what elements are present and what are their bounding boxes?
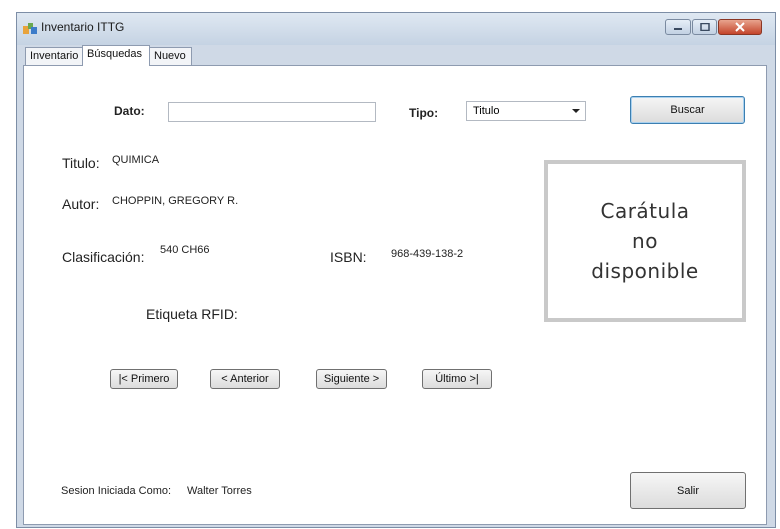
cover-image-placeholder: Carátula no disponible bbox=[544, 160, 746, 322]
app-icon bbox=[23, 23, 37, 34]
isbn-label: ISBN: bbox=[330, 249, 367, 265]
window-title: Inventario ITTG bbox=[41, 20, 125, 34]
last-button[interactable]: Último >| bbox=[422, 369, 492, 389]
autor-value: CHOPPIN, GREGORY R. bbox=[112, 195, 239, 207]
minimize-button[interactable] bbox=[665, 19, 691, 35]
isbn-value: 968-439-138-2 bbox=[391, 248, 464, 260]
session-label: Sesion Iniciada Como: bbox=[61, 485, 172, 497]
dato-label: Dato: bbox=[114, 104, 145, 118]
chevron-down-icon bbox=[572, 109, 580, 113]
minimize-icon bbox=[674, 28, 682, 30]
session-user: Walter Torres bbox=[187, 485, 252, 497]
app-window: Inventario ITTG Inventario Búsquedas Nue… bbox=[16, 12, 776, 528]
previous-button[interactable]: < Anterior bbox=[210, 369, 280, 389]
maximize-button[interactable] bbox=[692, 19, 717, 35]
tipo-select[interactable]: Titulo bbox=[466, 101, 586, 121]
title-bar: Inventario ITTG bbox=[17, 13, 775, 45]
tipo-selected-value: Titulo bbox=[473, 105, 500, 117]
tab-inventario[interactable]: Inventario bbox=[25, 47, 83, 65]
tab-nuevo[interactable]: Nuevo bbox=[149, 47, 192, 65]
titulo-label: Titulo: bbox=[62, 155, 100, 171]
rfid-label: Etiqueta RFID: bbox=[146, 306, 238, 322]
titulo-value: QUIMICA bbox=[112, 154, 160, 166]
search-panel: Dato: Tipo: Titulo Buscar Titulo: QUIMIC… bbox=[23, 65, 767, 525]
clasificacion-value: 540 CH66 bbox=[160, 244, 210, 256]
maximize-icon bbox=[699, 23, 710, 31]
close-icon bbox=[735, 22, 745, 32]
first-button[interactable]: |< Primero bbox=[110, 369, 178, 389]
buscar-button[interactable]: Buscar bbox=[630, 96, 745, 124]
close-button[interactable] bbox=[718, 19, 762, 35]
tab-busquedas[interactable]: Búsquedas bbox=[82, 45, 150, 66]
autor-label: Autor: bbox=[62, 196, 100, 212]
salir-button[interactable]: Salir bbox=[630, 472, 746, 509]
cover-placeholder-text: Carátula no disponible bbox=[591, 199, 699, 283]
next-button[interactable]: Siguiente > bbox=[316, 369, 387, 389]
dato-input[interactable] bbox=[168, 102, 376, 122]
clasificacion-label: Clasificación: bbox=[62, 249, 145, 265]
tipo-label: Tipo: bbox=[409, 106, 439, 120]
